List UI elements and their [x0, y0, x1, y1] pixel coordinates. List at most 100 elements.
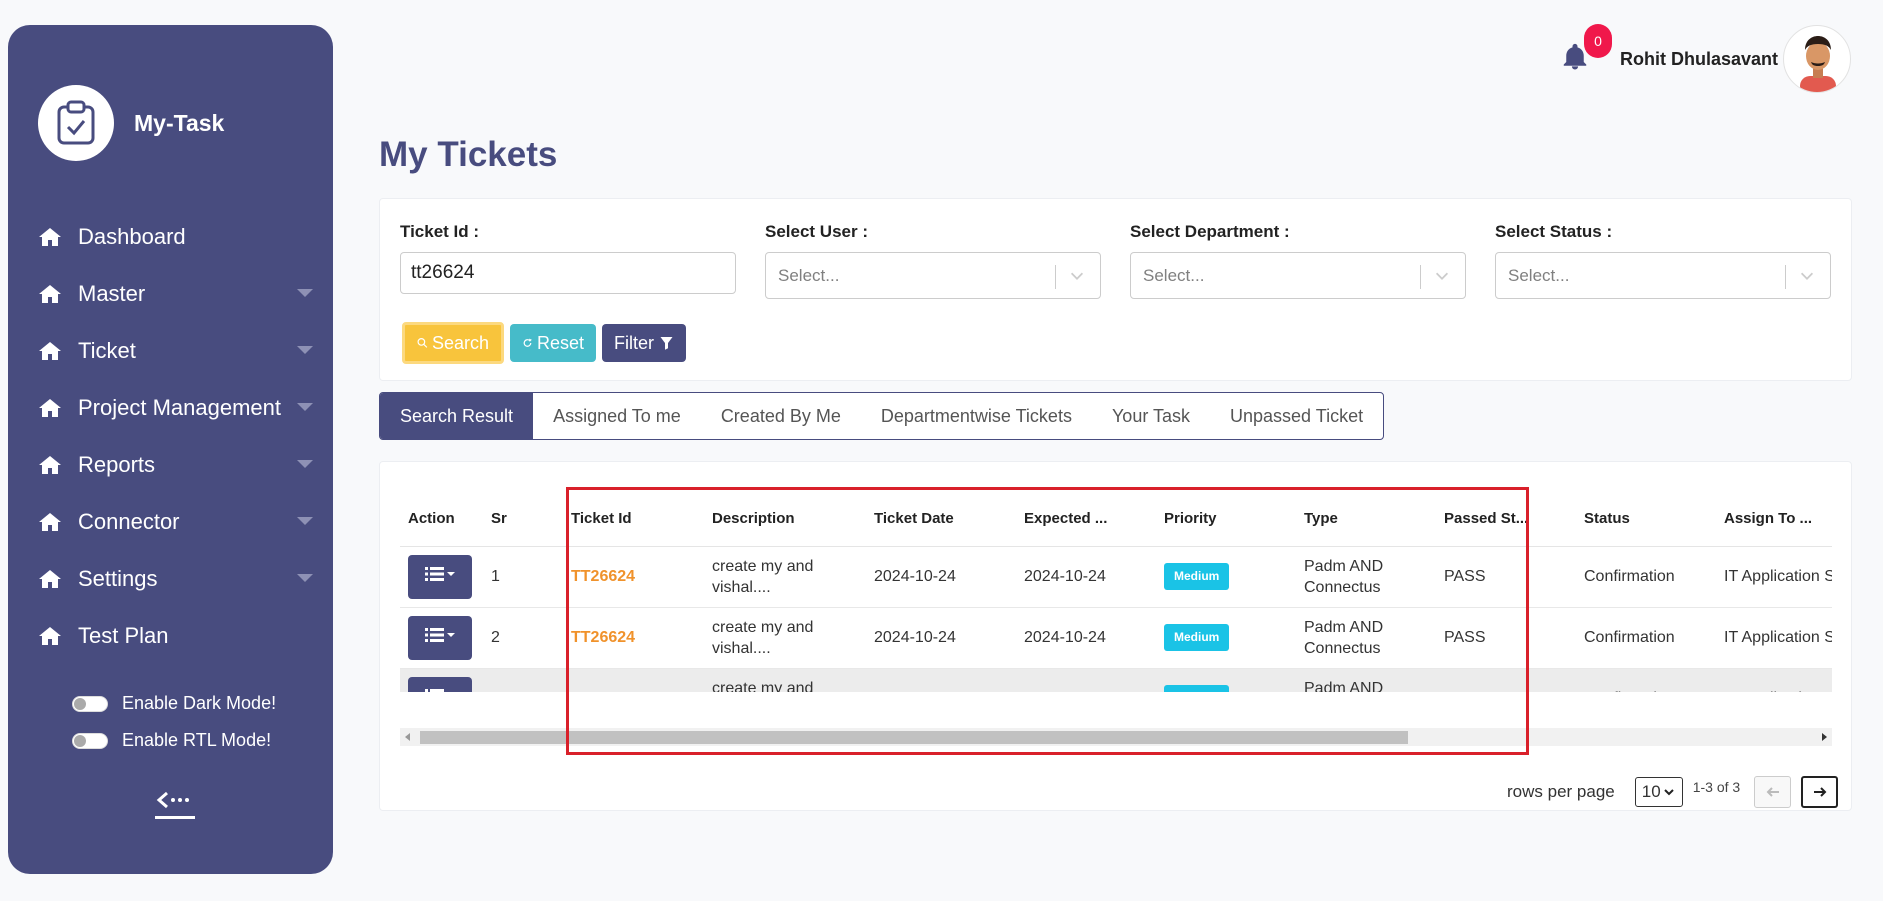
- user-name[interactable]: Rohit Dhulasavant: [1620, 49, 1778, 70]
- list-icon: [425, 627, 455, 649]
- home-icon: [38, 511, 64, 533]
- column-header[interactable]: Type: [1296, 492, 1436, 547]
- rows-per-page-value: 10: [1641, 782, 1661, 801]
- search-button-label: Search: [431, 332, 489, 353]
- user-field: Select User : Select...: [765, 222, 1101, 299]
- sidebar-item-test-plan[interactable]: Test Plan: [38, 607, 313, 664]
- tab-created-by-me[interactable]: Created By Me: [701, 393, 861, 439]
- select-divider: [1785, 265, 1786, 289]
- ticket-id-link[interactable]: TT26624: [571, 690, 635, 692]
- filter-button[interactable]: Filter: [602, 324, 686, 362]
- table-row[interactable]: 1 TT26624 create my and vishal.... 2024-10-…: [400, 546, 1832, 608]
- ticket-id-link[interactable]: TT26624: [571, 629, 635, 646]
- column-header[interactable]: Status: [1576, 492, 1716, 547]
- arrow-left-icon: [1766, 787, 1779, 797]
- rtl-mode-toggle[interactable]: Enable RTL Mode!: [72, 722, 276, 759]
- sidebar-item-label: Master: [78, 280, 146, 306]
- tab-departmentwise-tickets[interactable]: Departmentwise Tickets: [861, 393, 1092, 439]
- home-icon: [38, 226, 64, 248]
- table-row[interactable]: 3TT26624create my and vishal....2024-10-…: [400, 668, 1832, 692]
- column-header[interactable]: Priority: [1156, 492, 1296, 547]
- status-select[interactable]: Select...: [1495, 252, 1831, 299]
- brand[interactable]: My-Task: [38, 85, 224, 161]
- rows-per-page-select[interactable]: 10: [1634, 777, 1683, 807]
- tab-unpassed-ticket[interactable]: Unpassed Ticket: [1210, 393, 1383, 439]
- expected-date-cell: 2024-10-24: [1016, 546, 1156, 608]
- sidebar-item-master[interactable]: Master: [38, 265, 313, 322]
- sidebar-item-dashboard[interactable]: Dashboard: [38, 208, 313, 265]
- home-icon: [38, 454, 64, 476]
- avatar[interactable]: [1783, 25, 1851, 93]
- column-header[interactable]: Expected ...: [1016, 492, 1156, 547]
- column-header[interactable]: Action: [400, 492, 483, 547]
- next-page-button[interactable]: [1801, 776, 1839, 808]
- column-header[interactable]: Sr: [483, 492, 563, 547]
- sidebar-item-label: Ticket: [78, 337, 136, 363]
- department-select[interactable]: Select...: [1130, 252, 1466, 299]
- column-header[interactable]: Passed St...: [1436, 492, 1576, 547]
- scrollbar-thumb[interactable]: [420, 731, 1408, 744]
- refresh-icon: [523, 338, 532, 347]
- ticket-id-input[interactable]: [400, 252, 736, 294]
- filter-card: Ticket Id : Select User : Select... Sele…: [379, 198, 1852, 381]
- user-select[interactable]: Select...: [765, 252, 1101, 299]
- rtl-mode-switch[interactable]: [72, 732, 108, 749]
- rows-per-page-label: rows per page: [1507, 782, 1615, 801]
- search-button[interactable]: Search: [402, 322, 504, 364]
- caret-down-icon: [297, 460, 313, 468]
- user-label: Select User :: [765, 222, 868, 241]
- column-header[interactable]: Assign To ...: [1716, 492, 1832, 547]
- type-cell: Padm AND Connectus: [1296, 546, 1436, 608]
- home-icon: [38, 397, 64, 419]
- sidebar-item-ticket[interactable]: Ticket: [38, 322, 313, 379]
- column-header[interactable]: Description: [704, 492, 866, 547]
- user-select-placeholder: Select...: [778, 266, 840, 285]
- action-cell: [400, 668, 483, 692]
- home-icon: [38, 340, 64, 362]
- passed-status-cell: PASS: [1436, 668, 1576, 692]
- horizontal-scrollbar[interactable]: [400, 728, 1832, 746]
- ticket-date-cell: 2024-10-24: [866, 546, 1016, 608]
- tab-assigned-to-me[interactable]: Assigned To me: [533, 393, 701, 439]
- column-header[interactable]: Ticket Id: [563, 492, 704, 547]
- passed-status-cell: PASS: [1436, 546, 1576, 608]
- status-cell: Confirmation: [1576, 668, 1716, 692]
- sidebar-item-project-management[interactable]: Project Management: [38, 379, 313, 436]
- sidebar-item-settings[interactable]: Settings: [38, 550, 313, 607]
- pagination-range: 1-3 of 3: [1692, 779, 1741, 795]
- priority-badge: Medium: [1164, 563, 1230, 590]
- table-row[interactable]: 2 TT26624 create my and vishal.... 2024-10-…: [400, 607, 1832, 669]
- status-field: Select Status : Select...: [1495, 222, 1831, 299]
- previous-page-button[interactable]: [1754, 776, 1792, 808]
- description-cell: create my and vishal....: [704, 607, 866, 669]
- row-action-menu-button[interactable]: [408, 676, 472, 692]
- sidebar-collapse-button[interactable]: [153, 788, 197, 824]
- column-header[interactable]: Ticket Date: [866, 492, 1016, 547]
- action-cell: [400, 546, 483, 608]
- dark-mode-switch[interactable]: [72, 695, 108, 712]
- ticket-id-link[interactable]: TT26624: [571, 568, 635, 585]
- tab-your-task[interactable]: Your Task: [1092, 393, 1210, 439]
- sidebar-item-connector[interactable]: Connector: [38, 493, 313, 550]
- table-header-row: Action Sr Ticket Id Description Ticket Date E…: [400, 492, 1832, 547]
- sidebar-item-reports[interactable]: Reports: [38, 436, 313, 493]
- scroll-right-icon[interactable]: [1822, 733, 1827, 741]
- status-select-placeholder: Select...: [1508, 266, 1570, 285]
- home-icon: [38, 568, 64, 590]
- action-cell: [400, 607, 483, 669]
- dark-mode-toggle[interactable]: Enable Dark Mode!: [72, 685, 276, 722]
- scroll-left-icon[interactable]: [405, 733, 410, 741]
- status-label: Select Status :: [1495, 222, 1613, 241]
- reset-button[interactable]: Reset: [510, 324, 596, 362]
- row-action-menu-button[interactable]: [408, 554, 472, 599]
- description-cell: create my and vishal....: [704, 668, 866, 692]
- ticket-tabs: Search Result Assigned To me Created By Me…: [379, 392, 1385, 440]
- user-avatar-icon: [1800, 36, 1836, 92]
- tab-search-result[interactable]: Search Result: [380, 393, 534, 439]
- notification-count-badge: 0: [1584, 24, 1612, 58]
- funnel-icon: [660, 337, 673, 350]
- sidebar-menu: Dashboard Master Ticket Project Management R…: [38, 208, 313, 664]
- row-action-menu-button[interactable]: [408, 615, 472, 660]
- assign-to-cell: IT Application Support: [1716, 546, 1832, 608]
- type-cell: Padm AND Connectus: [1296, 607, 1436, 669]
